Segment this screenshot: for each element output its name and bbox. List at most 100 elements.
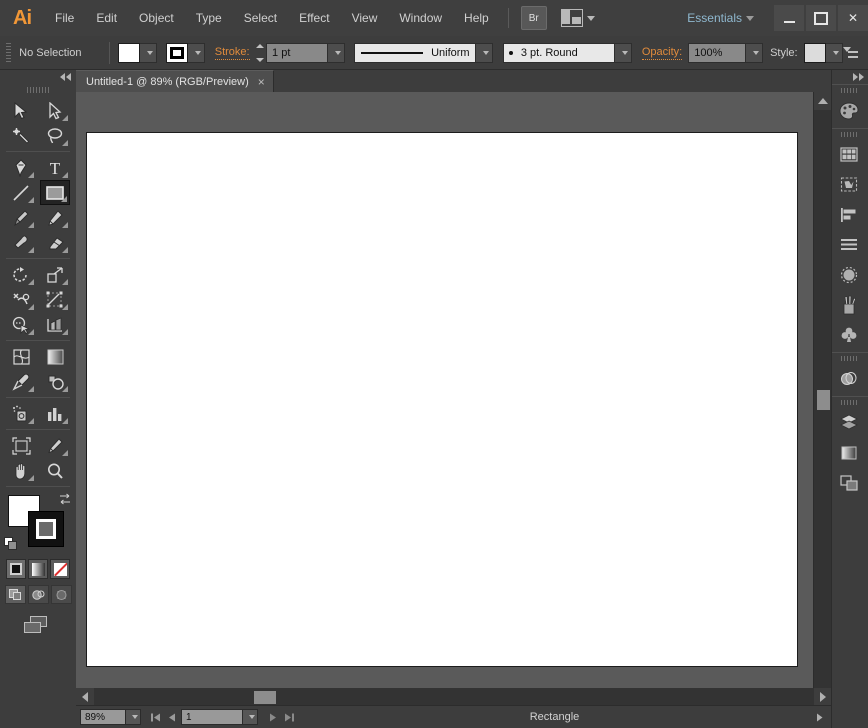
menu-effect[interactable]: Effect (288, 0, 340, 36)
free-transform-tool[interactable] (40, 287, 70, 312)
width-tool[interactable] (6, 287, 36, 312)
menu-select[interactable]: Select (233, 0, 288, 36)
appearance-panel[interactable] (832, 364, 866, 394)
rectangle-tool[interactable] (40, 180, 70, 205)
stroke-color-control[interactable] (165, 42, 205, 63)
screen-mode-button[interactable] (0, 614, 76, 636)
brush-dropdown-button[interactable] (614, 42, 632, 63)
magic-wand-tool[interactable] (6, 123, 36, 148)
scroll-left-button[interactable] (76, 688, 94, 706)
column-graph-tool[interactable] (40, 401, 70, 426)
rotate-tool[interactable] (6, 262, 36, 287)
zoom-tool[interactable] (40, 458, 70, 483)
vertical-scrollbar[interactable] (813, 92, 832, 706)
control-bar-grip[interactable] (6, 42, 12, 63)
previous-artboard-button[interactable] (164, 708, 181, 726)
scroll-right-button[interactable] (814, 688, 832, 706)
blob-brush-tool[interactable] (6, 230, 36, 255)
draw-normal-button[interactable] (4, 585, 26, 604)
dock-group-grip[interactable] (832, 353, 868, 364)
stroke-swatch[interactable] (165, 42, 188, 63)
last-artboard-button[interactable] (281, 708, 298, 726)
graphic-style-control[interactable] (803, 42, 843, 63)
slice-tool[interactable] (40, 433, 70, 458)
opacity-dropdown-button[interactable] (746, 42, 764, 63)
stroke-color-swatch[interactable] (28, 511, 64, 547)
scroll-up-button[interactable] (814, 92, 832, 110)
brush-definition-value[interactable]: 3 pt. Round (502, 42, 615, 63)
perspective-grid-tool[interactable] (40, 312, 70, 337)
graphic-style-swatch[interactable] (803, 42, 826, 63)
menu-view[interactable]: View (341, 0, 389, 36)
go-to-bridge-button[interactable]: Br (520, 6, 547, 30)
stroke-profile-value[interactable]: Uniform (353, 42, 476, 63)
direct-selection-tool[interactable] (40, 98, 70, 123)
workspace-switcher[interactable]: Essentials (687, 11, 758, 25)
close-icon[interactable]: × (258, 76, 265, 88)
maximize-button[interactable] (806, 5, 836, 31)
zoom-level-field[interactable]: 89% (80, 709, 126, 725)
first-artboard-button[interactable] (147, 708, 164, 726)
symbol-sprayer-tool[interactable] (6, 401, 36, 426)
opacity-label[interactable]: Opacity: (641, 46, 683, 60)
fill-dropdown-button[interactable] (140, 42, 158, 63)
artboard-tool[interactable] (6, 433, 36, 458)
artboard[interactable] (86, 132, 798, 667)
transparency-panel[interactable] (832, 260, 866, 290)
brushes-panel[interactable] (832, 290, 866, 320)
fill-color-control[interactable] (118, 42, 158, 63)
draw-behind-button[interactable] (27, 585, 49, 604)
canvas[interactable] (76, 92, 832, 706)
stroke-panel[interactable] (832, 230, 866, 260)
menu-window[interactable]: Window (388, 0, 453, 36)
stroke-weight-stepper[interactable] (256, 43, 265, 63)
color-mode-button[interactable] (6, 559, 26, 579)
fill-swatch[interactable] (118, 42, 141, 63)
stroke-weight-value[interactable]: 1 pt (266, 42, 329, 63)
arrange-documents-button[interactable] (560, 9, 595, 27)
menu-type[interactable]: Type (185, 0, 233, 36)
none-mode-button[interactable] (50, 559, 70, 579)
default-fill-stroke-icon[interactable] (4, 537, 18, 551)
eraser-tool[interactable] (40, 230, 70, 255)
paintbrush-tool[interactable] (6, 205, 36, 230)
type-tool[interactable]: T (40, 155, 70, 180)
stroke-weight-combo[interactable]: 1 pt (266, 42, 346, 63)
status-menu-button[interactable] (811, 708, 828, 726)
tools-panel-grip[interactable] (0, 84, 76, 96)
horizontal-scroll-thumb[interactable] (254, 691, 276, 704)
artboard-dropdown-button[interactable] (243, 709, 258, 725)
draw-inside-button[interactable] (50, 585, 72, 604)
graphic-styles-panel[interactable] (832, 320, 866, 350)
horizontal-scrollbar[interactable] (76, 688, 832, 706)
stroke-dropdown-button[interactable] (187, 42, 205, 63)
opacity-value[interactable]: 100% (688, 42, 747, 63)
swatches-panel[interactable] (832, 140, 866, 170)
gradient-tool[interactable] (40, 344, 70, 369)
control-bar-menu-icon[interactable] (842, 46, 858, 60)
line-segment-tool[interactable] (6, 180, 36, 205)
next-artboard-button[interactable] (264, 708, 281, 726)
layers-panel[interactable] (832, 408, 866, 438)
scale-tool[interactable] (40, 262, 70, 287)
pen-tool[interactable] (6, 155, 36, 180)
lasso-tool[interactable] (40, 123, 70, 148)
stroke-profile-combo[interactable]: Uniform (353, 42, 493, 63)
zoom-dropdown-button[interactable] (126, 709, 141, 725)
gradient-panel[interactable] (832, 438, 866, 468)
color-panel[interactable] (832, 96, 866, 126)
eyedropper-tool[interactable] (6, 369, 36, 394)
align-panel[interactable] (832, 200, 866, 230)
opacity-combo[interactable]: 100% (688, 42, 764, 63)
stroke-weight-label[interactable]: Stroke: (214, 46, 250, 60)
menu-object[interactable]: Object (128, 0, 185, 36)
artboard-number-field[interactable]: 1 (181, 709, 243, 725)
graphic-style-dropdown-button[interactable] (825, 42, 843, 63)
vertical-scroll-thumb[interactable] (817, 390, 830, 410)
collapse-panel-icon[interactable] (59, 73, 71, 81)
symbols-panel[interactable] (832, 170, 866, 200)
dock-group-grip[interactable] (832, 397, 868, 408)
menu-help[interactable]: Help (453, 0, 500, 36)
selection-tool[interactable] (6, 98, 36, 123)
pencil-tool[interactable] (40, 205, 70, 230)
